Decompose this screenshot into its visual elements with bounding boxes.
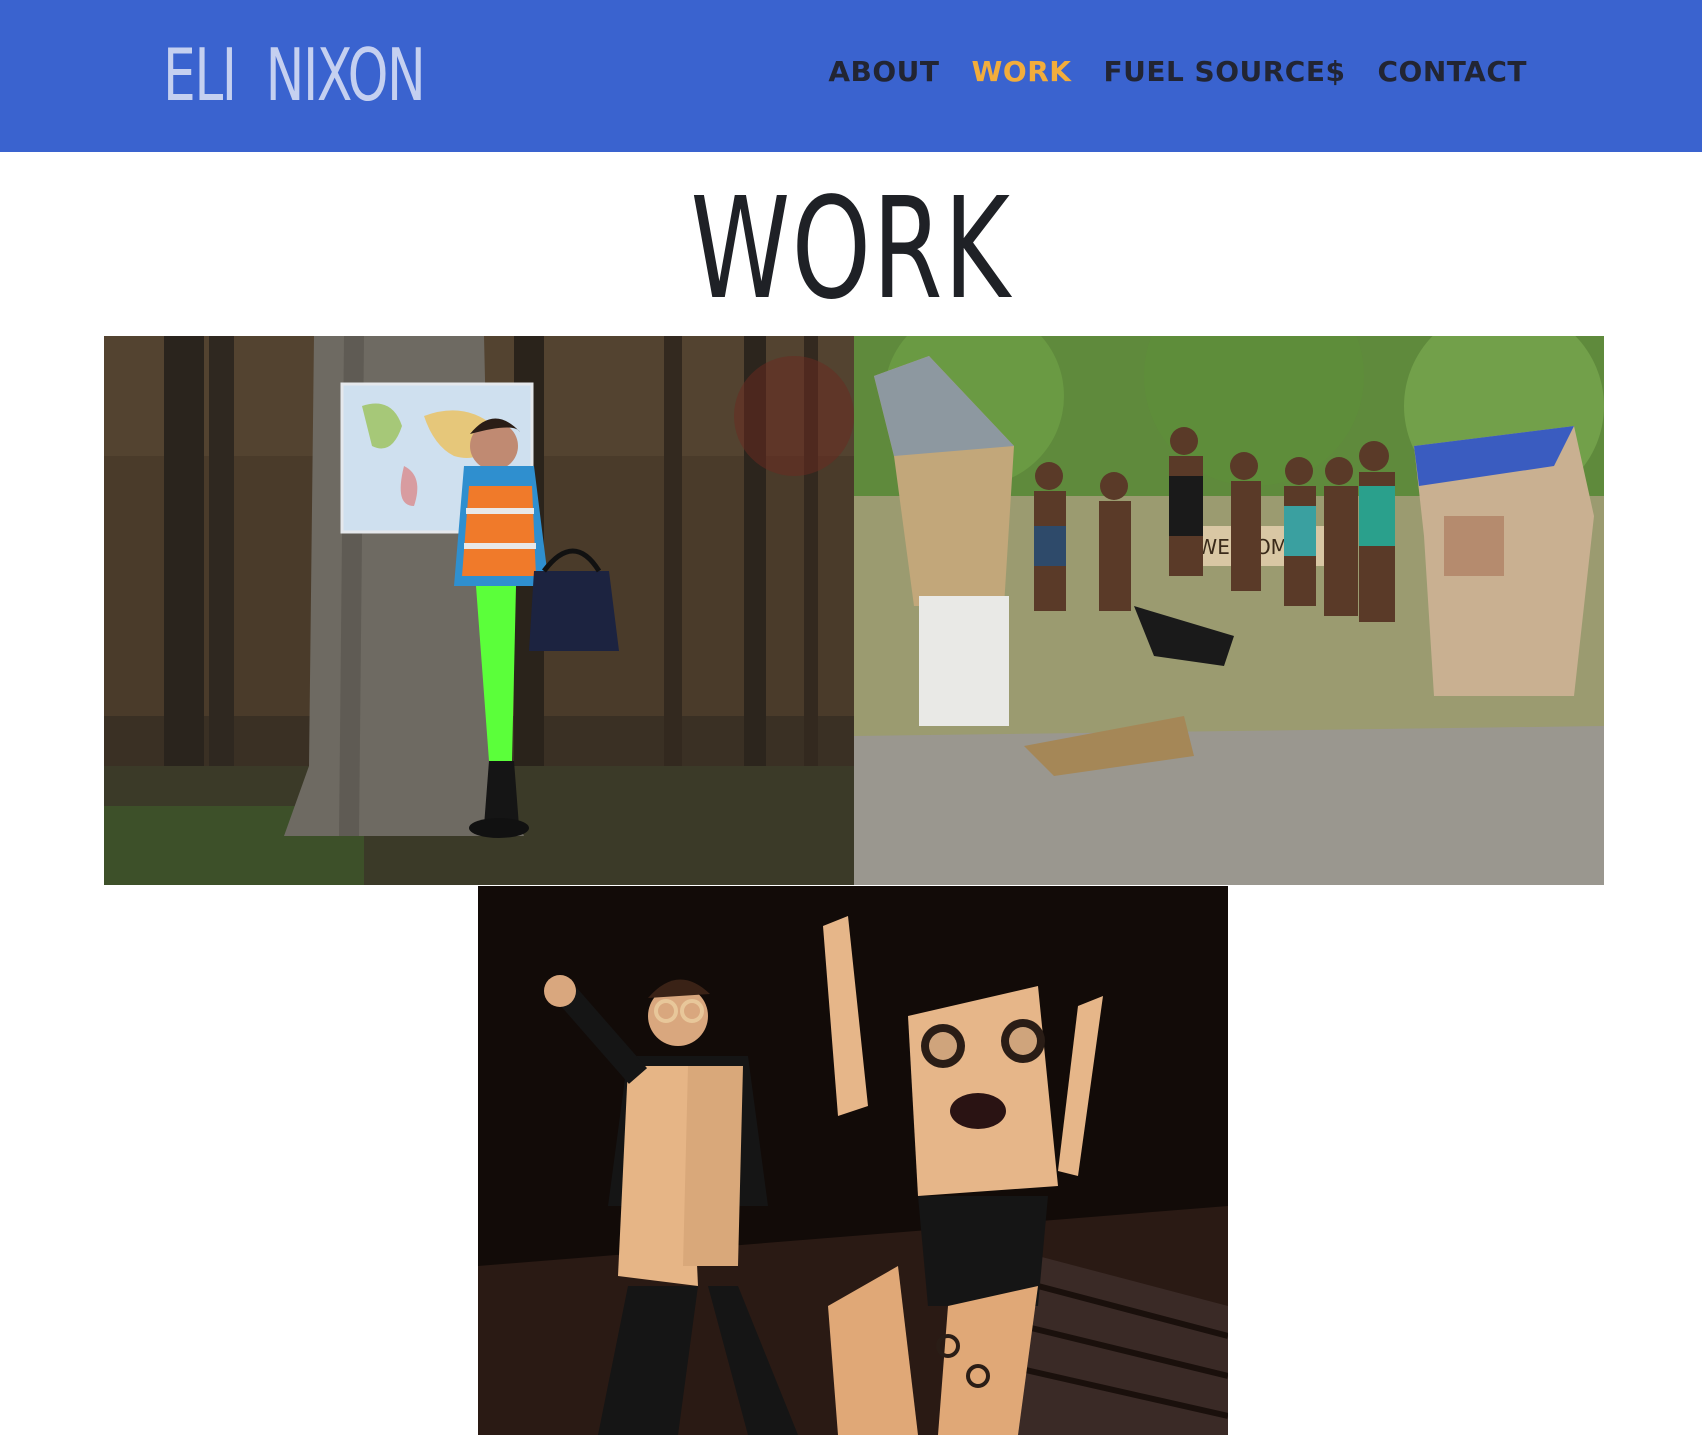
page-title: WORK [690, 168, 1012, 331]
nav-item-about[interactable]: ABOUT [828, 50, 939, 94]
gallery-photo-group-cardboard[interactable]: WELCOME [854, 336, 1604, 885]
site-header: ELI NIXON ABOUT WORK FUEL SOURCE$ CONTAC… [0, 0, 1702, 152]
gallery-photo-forest-performer[interactable] [104, 336, 854, 885]
nav-item-fuel-sources[interactable]: FUEL SOURCE$ [1103, 50, 1345, 94]
nav-item-work[interactable]: WORK [972, 50, 1072, 94]
nav-item-contact[interactable]: CONTACT [1377, 50, 1527, 94]
site-logo[interactable]: ELI NIXON [163, 30, 426, 120]
gallery-photo-stage-monster[interactable] [478, 886, 1228, 1435]
main-nav: ABOUT WORK FUEL SOURCE$ CONTACT [828, 50, 1527, 94]
